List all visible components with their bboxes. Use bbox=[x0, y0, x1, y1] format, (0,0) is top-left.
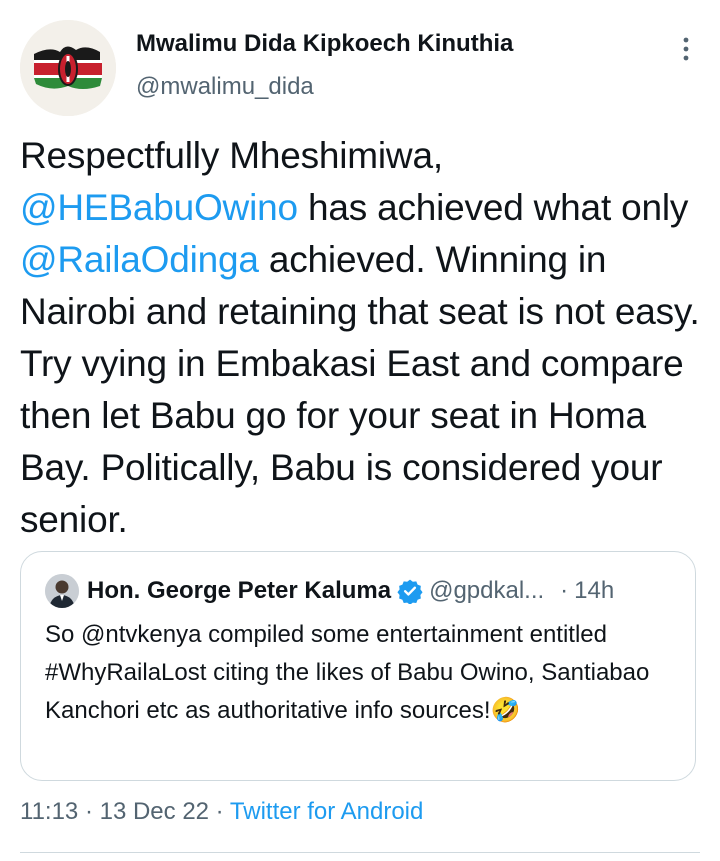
quoted-header: Hon. George Peter Kaluma @gpdkal... · 14… bbox=[87, 574, 614, 608]
tweet-metadata: 11:13 · 13 Dec 22 · Twitter for Android bbox=[20, 798, 423, 826]
tweet-source-link[interactable]: Twitter for Android bbox=[230, 798, 423, 825]
author-avatar[interactable] bbox=[20, 20, 116, 116]
author-handle[interactable]: @mwalimu_dida bbox=[136, 73, 314, 101]
more-vertical-icon[interactable] bbox=[676, 34, 696, 64]
separator-dot: · bbox=[78, 798, 100, 825]
tweet-text: Respectfully Mheshimiwa, @HEBabuOwino has… bbox=[20, 130, 710, 546]
quoted-timestamp[interactable]: 14h bbox=[574, 577, 614, 605]
tweet-date[interactable]: 13 Dec 22 bbox=[100, 798, 209, 825]
person-avatar-icon bbox=[45, 574, 79, 608]
author-name[interactable]: Mwalimu Dida Kipkoech Kinuthia bbox=[136, 30, 513, 58]
separator-dot: · bbox=[560, 577, 569, 604]
separator-dot: · bbox=[209, 798, 230, 825]
laughing-emoji-icon: 🤣 bbox=[490, 697, 521, 724]
mention-link[interactable]: @HEBabuOwino bbox=[20, 187, 298, 228]
divider bbox=[20, 852, 700, 853]
tweet: Mwalimu Dida Kipkoech Kinuthia @mwalimu_… bbox=[0, 0, 720, 861]
quoted-author-avatar[interactable] bbox=[45, 574, 79, 608]
tweet-text-part: achieved. Winning in Nairobi and retaini… bbox=[20, 239, 700, 540]
quoted-tweet[interactable]: Hon. George Peter Kaluma @gpdkal... · 14… bbox=[20, 551, 696, 781]
tweet-text-part: has achieved what only bbox=[297, 187, 689, 228]
mention-link[interactable]: @RailaOdinga bbox=[20, 239, 259, 280]
tweet-text-part: Respectfully Mheshimiwa, bbox=[20, 135, 443, 176]
verified-badge-icon bbox=[397, 579, 423, 604]
quoted-text: So @ntvkenya compiled some entertainment… bbox=[45, 616, 675, 730]
tweet-time[interactable]: 11:13 bbox=[20, 798, 78, 825]
quoted-text-body: So @ntvkenya compiled some entertainment… bbox=[45, 621, 650, 724]
quoted-author-handle[interactable]: @gpdkal... bbox=[429, 577, 544, 605]
kenya-flag-icon bbox=[20, 20, 116, 116]
quoted-author-name[interactable]: Hon. George Peter Kaluma bbox=[87, 577, 391, 605]
